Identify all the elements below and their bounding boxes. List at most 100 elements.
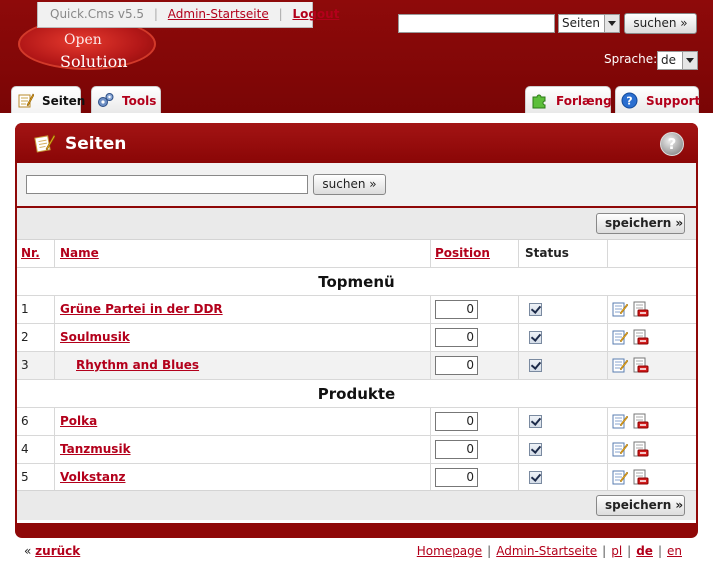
page-name-link[interactable]: Soulmusik — [60, 330, 130, 344]
edit-icon[interactable] — [612, 301, 628, 317]
position-input[interactable]: 0 — [435, 328, 478, 347]
separator: | — [278, 7, 283, 21]
page-name-link[interactable]: Grüne Partei in der DDR — [60, 302, 223, 316]
chevron-down-icon[interactable] — [604, 15, 619, 32]
column-header-actions — [608, 240, 696, 267]
help-icon: ? — [621, 92, 638, 109]
status-checkbox[interactable] — [529, 415, 542, 428]
tab-seiten[interactable]: Seiten — [11, 86, 85, 113]
puzzle-icon — [532, 94, 546, 109]
position-input[interactable]: 0 — [435, 440, 478, 459]
top-search-button[interactable]: suchen » — [624, 13, 697, 34]
table-row: 4 Tanzmusik 0 — [17, 436, 696, 464]
list-search-button[interactable]: suchen » — [313, 174, 386, 195]
edit-icon[interactable] — [612, 413, 628, 429]
group-header: Topmenü — [17, 268, 696, 296]
row-nr: 3 — [17, 352, 55, 379]
back-link[interactable]: zurück — [35, 544, 80, 558]
pages-panel: Seiten ? suchen » speichern » Nr. Name P… — [15, 123, 698, 538]
footer-link-homepage[interactable]: Homepage — [417, 544, 482, 558]
delete-icon[interactable] — [633, 329, 649, 345]
separator: | — [657, 544, 662, 558]
separator: | — [627, 544, 632, 558]
status-checkbox[interactable] — [529, 359, 542, 372]
footer-back: « zurück — [24, 544, 80, 558]
logo-text-solution: Solution — [60, 52, 128, 71]
status-checkbox[interactable] — [529, 303, 542, 316]
logo-text-open: Open — [64, 32, 102, 48]
footer-links: Homepage | Admin-Startseite | pl | de | en — [417, 544, 682, 558]
separator: | — [487, 544, 492, 558]
gears-icon — [98, 93, 114, 107]
delete-icon[interactable] — [633, 441, 649, 457]
table-row: 3 Rhythm and Blues 0 — [17, 352, 696, 380]
tab-label: Seiten — [42, 94, 86, 108]
footer-link-admin-home[interactable]: Admin-Startseite — [496, 544, 597, 558]
table-row: 2 Soulmusik 0 — [17, 324, 696, 352]
column-header-status: Status — [525, 246, 569, 260]
pages-icon — [18, 93, 34, 108]
table-toolbar-bottom: speichern » — [17, 490, 696, 520]
search-scope-select[interactable]: Seiten — [558, 14, 620, 33]
admin-home-link[interactable]: Admin-Startseite — [168, 7, 269, 21]
page-name-link[interactable]: Polka — [60, 414, 97, 428]
position-input[interactable]: 0 — [435, 356, 478, 375]
table-header-row: Nr. Name Position Status — [17, 240, 696, 268]
logout-link[interactable]: Logout — [292, 7, 339, 21]
position-input[interactable]: 0 — [435, 468, 478, 487]
column-header-position[interactable]: Position — [435, 246, 490, 260]
status-checkbox[interactable] — [529, 471, 542, 484]
save-button-bottom[interactable]: speichern » — [596, 495, 685, 516]
row-nr: 4 — [17, 436, 55, 463]
table-toolbar-top: speichern » — [17, 208, 696, 240]
footer-link-lang-de[interactable]: de — [636, 544, 653, 558]
row-nr: 2 — [17, 324, 55, 351]
list-search-area: suchen » — [17, 163, 696, 206]
page-name-link[interactable]: Volkstanz — [60, 470, 125, 484]
delete-icon[interactable] — [633, 413, 649, 429]
list-search-input[interactable] — [26, 175, 308, 194]
svg-text:?: ? — [626, 95, 632, 108]
pages-table: speichern » Nr. Name Position Status Top… — [17, 208, 696, 523]
version-label: Quick.Cms v5.5 — [50, 7, 145, 21]
edit-icon[interactable] — [612, 329, 628, 345]
row-nr: 5 — [17, 464, 55, 491]
table-row: 1 Grüne Partei in der DDR 0 — [17, 296, 696, 324]
page-name-link[interactable]: Rhythm and Blues — [60, 358, 199, 372]
tab-forlaeng[interactable]: Forlæng — [525, 86, 612, 113]
footer-link-lang-en[interactable]: en — [667, 544, 682, 558]
table-row: 5 Volkstanz 0 — [17, 464, 696, 492]
status-checkbox[interactable] — [529, 331, 542, 344]
group-header: Produkte — [17, 380, 696, 408]
footer-link-lang-pl[interactable]: pl — [611, 544, 622, 558]
status-checkbox[interactable] — [529, 443, 542, 456]
tab-support[interactable]: ? Support — [615, 86, 700, 113]
header: Open Solution Quick.Cms v5.5 | Admin-Sta… — [0, 0, 713, 113]
save-button-top[interactable]: speichern » — [596, 213, 685, 234]
row-nr: 6 — [17, 408, 55, 435]
tab-tools[interactable]: Tools — [91, 86, 161, 113]
panel-title: Seiten — [65, 134, 127, 154]
position-input[interactable]: 0 — [435, 300, 478, 319]
delete-icon[interactable] — [633, 301, 649, 317]
chevron-down-icon[interactable] — [682, 52, 697, 69]
row-nr: 1 — [17, 296, 55, 323]
column-header-name[interactable]: Name — [60, 246, 99, 260]
page-name-link[interactable]: Tanzmusik — [60, 442, 131, 456]
edit-icon[interactable] — [612, 469, 628, 485]
edit-icon[interactable] — [612, 357, 628, 373]
position-input[interactable]: 0 — [435, 412, 478, 431]
language-value: de — [661, 53, 676, 67]
edit-icon[interactable] — [612, 441, 628, 457]
top-search-input[interactable] — [398, 14, 555, 33]
help-icon[interactable]: ? — [660, 132, 684, 156]
tab-label: Tools — [122, 94, 157, 108]
delete-icon[interactable] — [633, 357, 649, 373]
panel-header: Seiten ? — [15, 123, 698, 163]
back-arrow-icon: « — [24, 544, 32, 558]
separator: | — [602, 544, 607, 558]
language-select[interactable]: de — [657, 51, 698, 70]
delete-icon[interactable] — [633, 469, 649, 485]
pages-icon — [34, 134, 55, 153]
column-header-nr[interactable]: Nr. — [21, 246, 40, 260]
